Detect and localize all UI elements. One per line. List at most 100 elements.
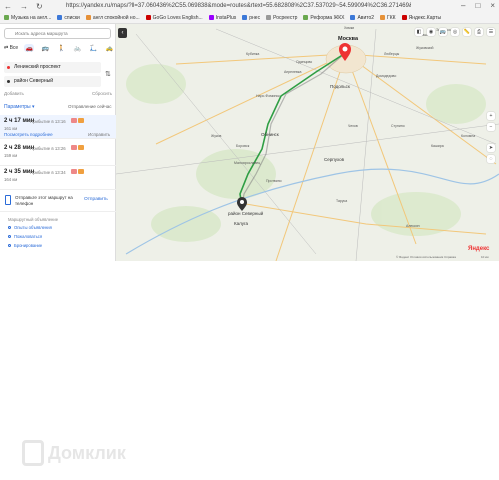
menu-icon[interactable]: ☰ <box>487 28 495 36</box>
bookmark-item[interactable]: Музыка на англ... <box>4 15 51 21</box>
bike-icon[interactable]: 🚲 <box>72 44 82 52</box>
route-option-2[interactable]: 2 ч 28 мин Прибытие в 13:26 159 км <box>0 142 116 166</box>
ann-item-3[interactable]: Бронирование <box>8 243 42 248</box>
bookmark-item[interactable]: Реформа ЖКХ <box>303 15 344 21</box>
reload-icon[interactable]: ↻ <box>36 2 43 11</box>
params-label: Параметры <box>4 104 31 110</box>
map-footer[interactable]: © Яндекс Условия использования Справка <box>396 255 456 259</box>
map-label: Апрелевка <box>284 70 302 74</box>
bookmark-item[interactable]: Авито2 <box>350 15 374 21</box>
bookmark-label: Авито2 <box>357 14 375 21</box>
taxi-icon[interactable]: 🚕 <box>104 44 114 52</box>
bookmark-label: рнес <box>249 14 261 21</box>
mode-all-label: Все <box>9 45 19 51</box>
transport-layer-icon[interactable]: 🚌 <box>439 28 447 36</box>
start-pin-icon[interactable] <box>337 42 353 62</box>
from-field[interactable]: Ленинский проспект <box>4 62 101 73</box>
bookmark-item[interactable]: Росреестр <box>266 15 297 21</box>
map-label: Таруса <box>336 199 348 203</box>
search-input[interactable]: Искать адреса маршрута <box>4 28 111 39</box>
browser-chrome: ← → ↻ https://yandex.ru/maps/?ll=37.0604… <box>0 0 499 24</box>
zoom-in-icon[interactable]: + <box>487 112 495 120</box>
map-label: Подольск <box>330 84 350 89</box>
traffic-icon <box>78 145 84 150</box>
send-button[interactable]: Отправить <box>84 197 108 202</box>
bookmark-item[interactable]: рнес <box>242 15 260 21</box>
params-button[interactable]: Параметры ▾ <box>4 104 35 110</box>
bookmark-item[interactable]: англ спокойной но... <box>85 15 140 21</box>
swap-icon[interactable]: ⇅ <box>105 70 111 78</box>
to-dot-icon <box>7 80 10 83</box>
to-field[interactable]: район Северный <box>4 76 101 87</box>
ann-label: Пожаловаться <box>14 234 43 239</box>
house-icon <box>22 440 44 466</box>
walk-icon[interactable]: 🚶 <box>56 44 66 52</box>
bookmark-icon <box>266 15 272 20</box>
panorama-icon[interactable]: ◎ <box>451 28 459 36</box>
bookmark-label: Музыка на англ... <box>11 14 52 21</box>
route-arrival: Прибытие в 13:16 <box>30 119 66 124</box>
ann-item-1[interactable]: Опыты объявления <box>8 225 52 230</box>
maximize-icon[interactable]: □ <box>475 1 480 10</box>
map-label: Домодедово <box>376 74 397 78</box>
watermark-text: Домклик <box>48 442 126 463</box>
map-label: Калуга <box>234 221 249 226</box>
layers-icon[interactable]: ◧ <box>415 28 423 36</box>
traffic-icon <box>78 118 84 123</box>
back-icon[interactable]: ← <box>4 2 12 11</box>
bookmark-item[interactable]: InstaPlus <box>208 14 237 21</box>
watermark: Домклик <box>22 440 126 466</box>
bookmark-label: GoGo Loves English... <box>152 14 203 21</box>
bus-icon[interactable]: 🚌 <box>40 44 50 52</box>
geolocation-icon[interactable]: ➤ <box>487 144 495 152</box>
route-option-1[interactable]: 2 ч 17 мин Прибытие в 13:16 161 км Посмо… <box>0 115 116 139</box>
address-bar[interactable]: https://yandex.ru/maps/?ll=37.060436%2C5… <box>66 1 411 11</box>
bookmark-item[interactable]: Яндекс.Карты <box>401 14 442 21</box>
map-canvas[interactable]: Москва Химки Балашиха Люберцы Подольск Одинцо… <box>116 24 499 261</box>
minimize-icon[interactable]: – <box>461 1 465 10</box>
zoom-controls: + − <box>487 112 495 131</box>
map-label: Наро-Фоминск <box>256 94 280 98</box>
depart-time[interactable]: Отправление сейчас <box>68 104 112 109</box>
bookmark-icon <box>208 15 214 20</box>
bookmark-label: Реформа ЖКХ <box>310 14 345 21</box>
route-option-3[interactable]: 2 ч 35 мин Прибытие в 13:34 164 км <box>0 166 116 190</box>
bookmark-label: Росреестр <box>273 14 298 21</box>
bookmark-label: InstaPlus <box>215 14 237 21</box>
map-label: Жуков <box>211 134 222 138</box>
phone-icon <box>5 195 11 205</box>
bookmark-icon <box>380 15 386 20</box>
toll-icon <box>71 169 77 174</box>
traffic-icon <box>78 169 84 174</box>
ann-item-2[interactable]: Пожаловаться <box>8 234 42 239</box>
reset-link[interactable]: Сбросить <box>92 91 112 96</box>
bookmark-item[interactable]: списки <box>57 14 80 21</box>
bookmark-label: Яндекс.Карты <box>408 14 442 21</box>
traffic-layer-icon[interactable]: ◉ <box>427 28 435 36</box>
map-toolbar: ◧ ◉ 🚌 ◎ 📏 ⎙ ☰ <box>415 28 495 36</box>
collapse-panel-icon[interactable]: ‹ <box>118 28 127 38</box>
bookmark-label: списки <box>64 14 80 21</box>
finish-pin-icon[interactable] <box>236 196 248 212</box>
route-details-link[interactable]: Посмотреть подробнее <box>4 132 53 137</box>
zoom-out-icon[interactable]: − <box>487 123 495 131</box>
map-label: Алексин <box>406 224 420 228</box>
map-label: Химки <box>344 26 355 30</box>
bookmark-item[interactable]: ГКК <box>380 15 396 21</box>
forward-icon[interactable]: → <box>20 2 28 11</box>
car-icon[interactable]: 🚗 <box>24 44 35 52</box>
to-value: район Северный <box>14 78 53 84</box>
compass-icon[interactable]: ◌ <box>487 155 495 163</box>
map-scale: 10 км <box>481 255 489 259</box>
ruler-icon[interactable]: 📏 <box>463 28 471 36</box>
bookmark-icon <box>350 15 356 20</box>
print-icon[interactable]: ⎙ <box>475 28 483 36</box>
add-point-link[interactable]: Добавить <box>4 91 24 96</box>
scooter-icon[interactable]: 🛴 <box>88 44 98 52</box>
mode-all[interactable]: ⇄ Все <box>4 45 18 51</box>
close-icon[interactable]: × <box>490 1 495 10</box>
route-fix-link[interactable]: Исправить <box>88 132 110 137</box>
bookmark-item[interactable]: GoGo Loves English... <box>145 14 203 21</box>
map-label: Чехов <box>348 124 358 128</box>
route-arrival: Прибытие в 13:34 <box>30 170 66 175</box>
